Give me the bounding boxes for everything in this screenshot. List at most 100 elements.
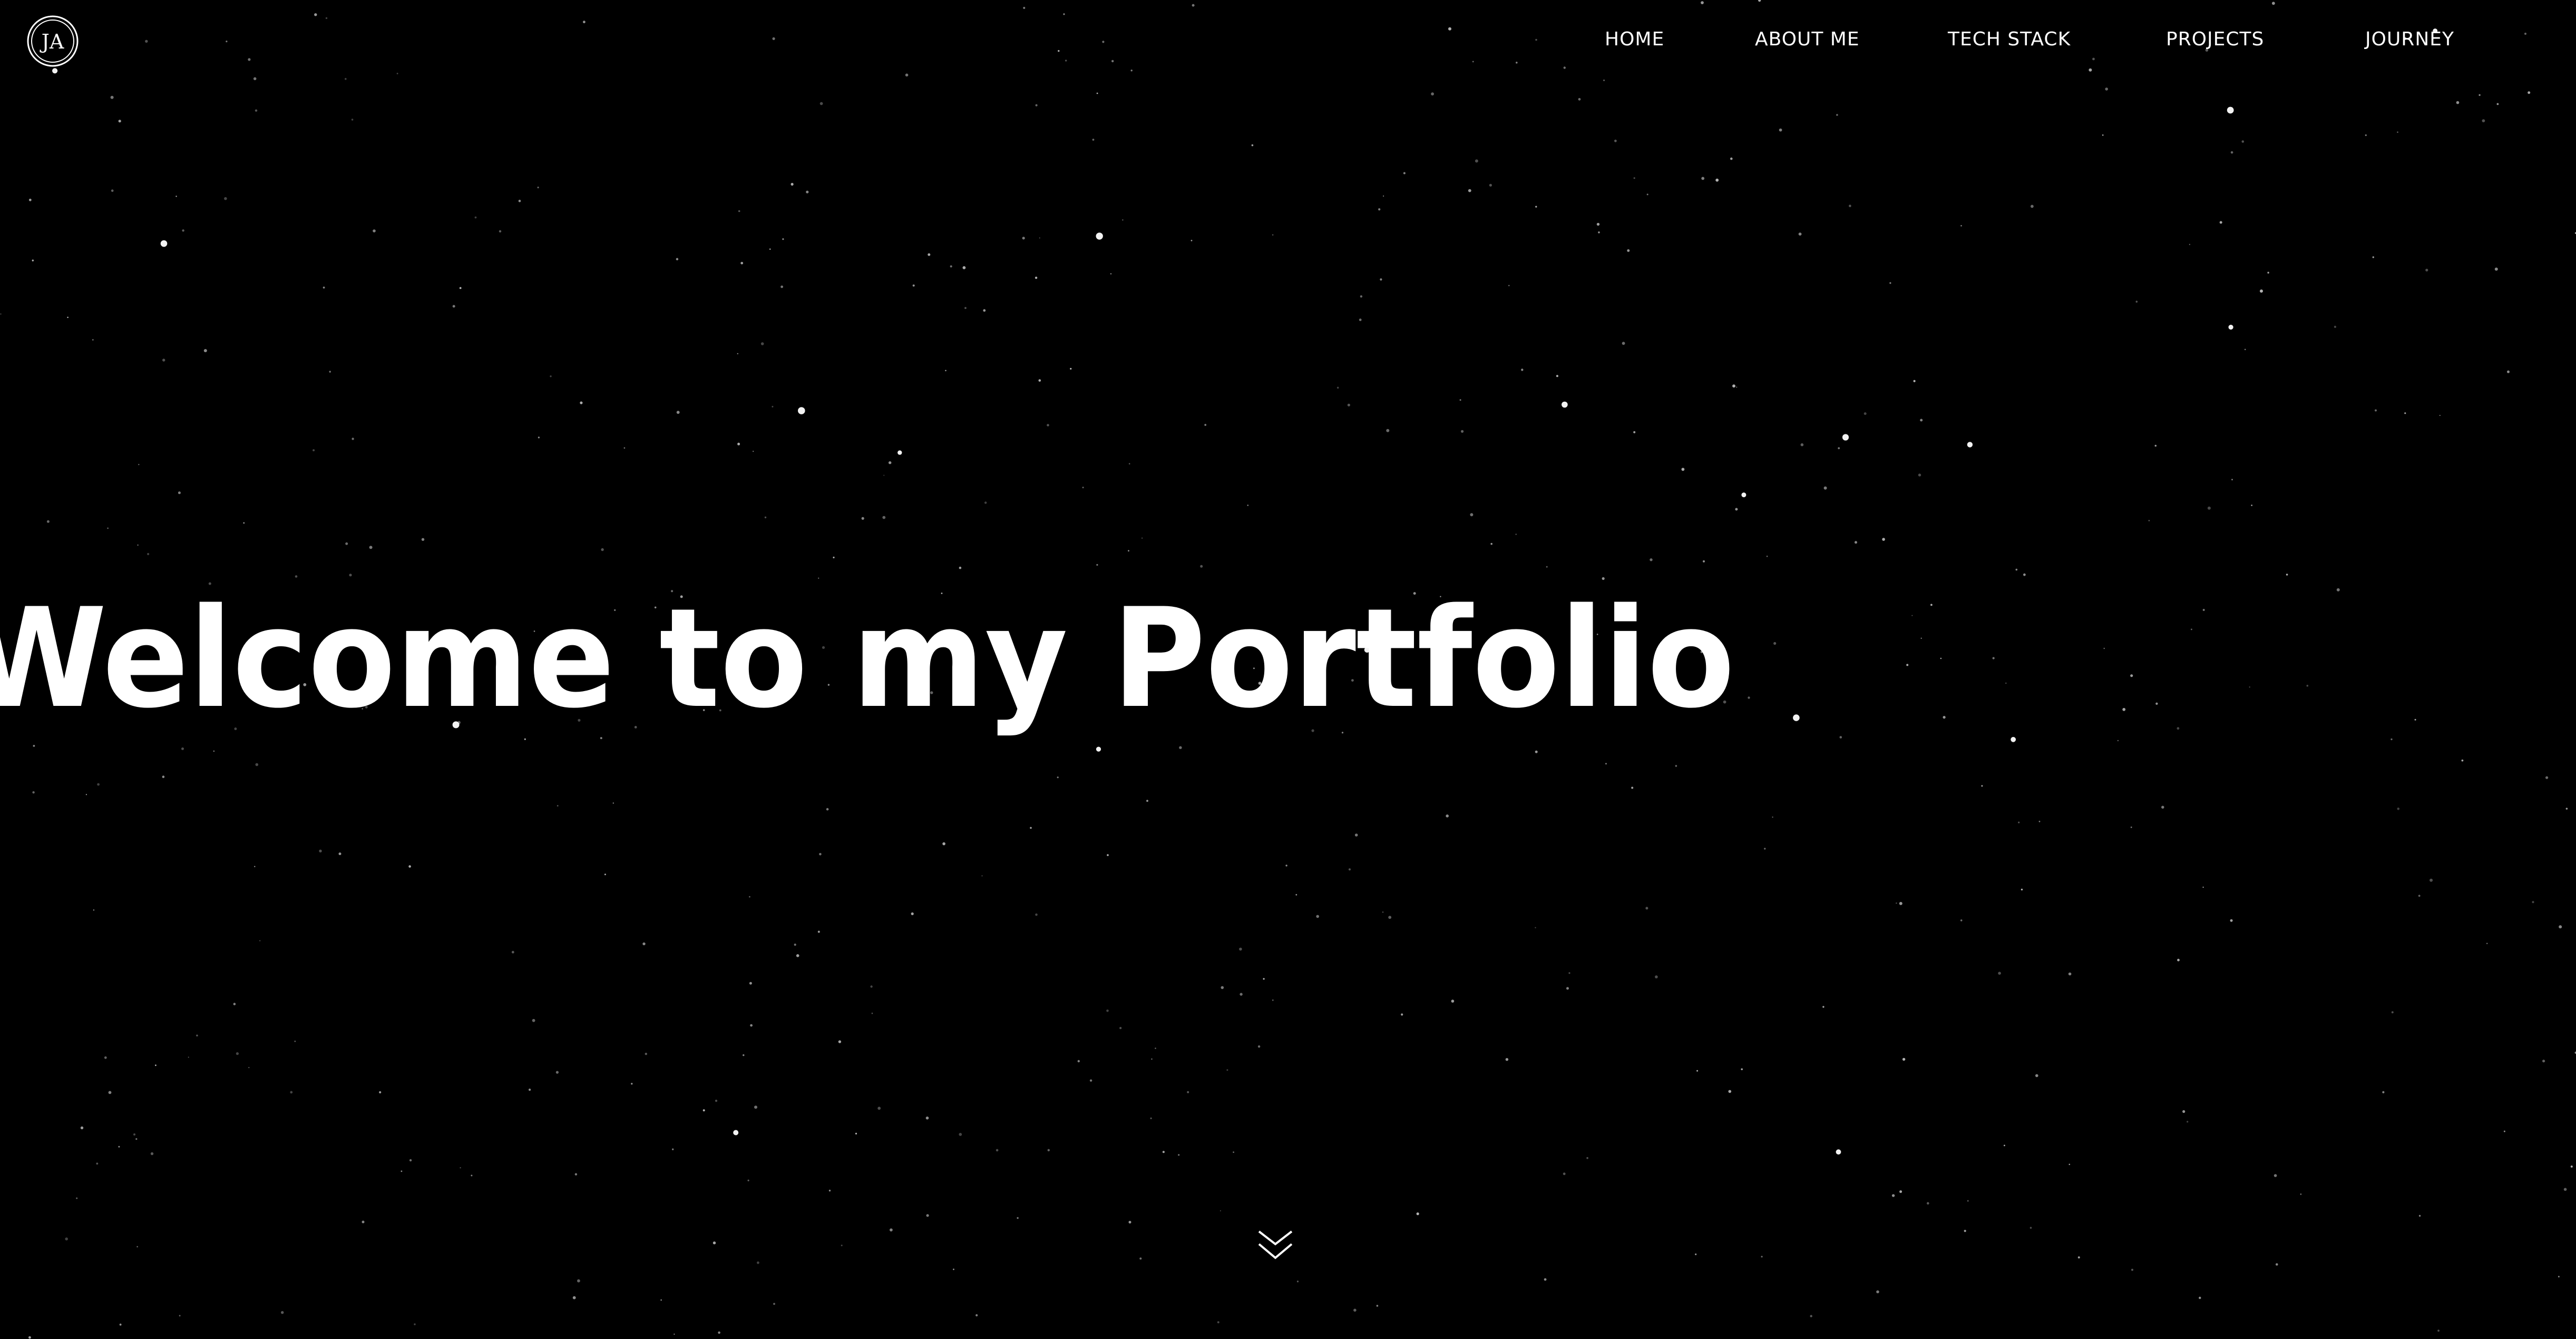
star (529, 1089, 531, 1091)
star (791, 182, 794, 186)
star (345, 542, 348, 545)
star (460, 1167, 461, 1169)
star (738, 210, 740, 212)
star (1627, 249, 1630, 252)
star (1251, 144, 1254, 147)
star (1605, 763, 1607, 765)
star (1603, 79, 1605, 81)
star (964, 307, 967, 309)
star (107, 527, 109, 529)
star (2524, 33, 2526, 35)
star (2029, 1227, 2032, 1229)
star (254, 866, 256, 868)
star (1047, 424, 1049, 426)
star (2249, 686, 2250, 688)
star (1614, 139, 1617, 142)
star (676, 411, 680, 414)
star (1360, 295, 1363, 298)
star (764, 516, 767, 519)
star (1285, 865, 1287, 867)
star (1741, 492, 1746, 498)
star (1822, 1006, 1824, 1008)
star (1039, 237, 1040, 239)
nav-item-about-me[interactable]: ABOUT ME (1755, 27, 1860, 52)
star (1122, 219, 1124, 221)
star (2532, 901, 2534, 904)
star (2102, 134, 2104, 136)
star (196, 1034, 198, 1037)
star (942, 842, 945, 846)
star (1150, 1117, 1152, 1119)
star (1920, 419, 1923, 422)
star (2494, 267, 2498, 271)
star (1139, 1257, 1142, 1260)
star (1092, 139, 1095, 141)
star (538, 436, 540, 439)
star (1598, 231, 1600, 234)
star (1461, 430, 1464, 433)
star (2286, 574, 2288, 576)
star (1378, 208, 1381, 211)
star (818, 577, 819, 579)
star (1981, 785, 1983, 787)
star (1468, 189, 1471, 192)
star (1058, 50, 1060, 52)
star (1035, 104, 1038, 106)
nav-item-home[interactable]: HOME (1605, 27, 1664, 52)
star (2199, 1296, 2201, 1299)
nav-item-projects[interactable]: PROJECTS (2166, 27, 2264, 52)
star (224, 197, 227, 200)
nav-item-journey[interactable]: JOURNEY (2365, 27, 2454, 52)
star (1296, 1280, 1299, 1283)
star (1876, 1290, 1879, 1294)
star (772, 37, 775, 40)
star (2334, 325, 2336, 328)
star (642, 942, 646, 946)
star (1089, 1079, 1092, 1082)
star (911, 912, 914, 915)
star (2375, 409, 2377, 412)
star (1849, 205, 1851, 207)
star (743, 1054, 745, 1056)
star (754, 1105, 757, 1109)
star (182, 229, 184, 232)
star (749, 896, 750, 898)
star (737, 442, 740, 445)
star (421, 538, 425, 541)
star (1359, 318, 1362, 322)
star (104, 1056, 107, 1059)
nav-item-tech-stack[interactable]: TECH STACK (1948, 27, 2071, 52)
star (1563, 1172, 1566, 1176)
star (248, 1067, 250, 1069)
star (2545, 776, 2549, 779)
star (213, 750, 214, 752)
star (2035, 1074, 2038, 1078)
star (828, 1189, 831, 1192)
star (555, 1071, 559, 1074)
star (889, 461, 892, 464)
star (871, 1012, 873, 1014)
star (780, 285, 783, 288)
double-chevron-down-icon[interactable] (1256, 1228, 1295, 1263)
star (2565, 808, 2568, 810)
star (2563, 1188, 2567, 1191)
star (676, 258, 679, 260)
star (1401, 1013, 1403, 1016)
star (1899, 901, 1902, 905)
star (414, 1323, 416, 1325)
star (2276, 1263, 2278, 1266)
star (1065, 60, 1067, 62)
logo-icon[interactable]: JA (26, 15, 79, 67)
star (1022, 237, 1025, 240)
star (2231, 479, 2233, 481)
star (2528, 91, 2531, 94)
star (826, 808, 829, 811)
star (883, 474, 885, 476)
star (1918, 473, 1921, 477)
star (604, 874, 606, 876)
star (67, 316, 69, 318)
star (2260, 289, 2263, 293)
star (733, 1130, 739, 1136)
star (2230, 919, 2233, 922)
star (674, 1333, 675, 1335)
